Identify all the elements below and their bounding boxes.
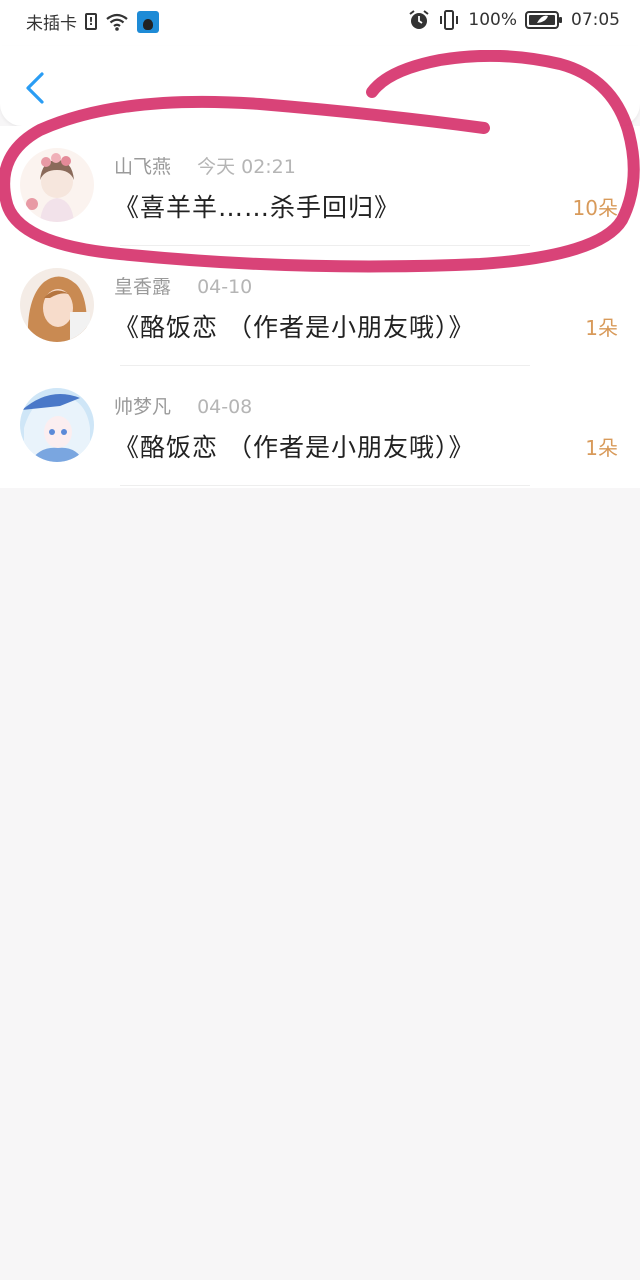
story-title: 《酪饭恋 （作者是小朋友哦）》 bbox=[114, 433, 475, 462]
battery-percent: 100% bbox=[468, 10, 517, 30]
flower-count: 1朵 bbox=[585, 316, 618, 340]
battery-icon bbox=[525, 10, 563, 30]
alarm-icon bbox=[408, 9, 430, 31]
avatar[interactable] bbox=[20, 388, 94, 462]
sender-name: 山飞燕 bbox=[114, 156, 172, 178]
list-item[interactable]: 山飞燕 今天 02:21 《喜羊羊……杀手回归》 10朵 bbox=[0, 126, 640, 246]
gift-date: 今天 02:21 bbox=[197, 156, 296, 178]
carrier-text: 未插卡 bbox=[26, 14, 77, 34]
story-title: 《酪饭恋 （作者是小朋友哦）》 bbox=[114, 313, 475, 342]
vibrate-icon bbox=[438, 9, 460, 31]
item-meta: 帅梦凡 04-08 bbox=[114, 392, 252, 419]
status-bar: 未插卡 ! 100% 07:05 bbox=[0, 0, 640, 46]
story-title: 《喜羊羊……杀手回归》 bbox=[114, 193, 401, 222]
flower-count: 1朵 bbox=[585, 436, 618, 460]
back-button[interactable] bbox=[20, 68, 50, 108]
list-item[interactable]: 帅梦凡 04-08 《酪饭恋 （作者是小朋友哦）》 1朵 bbox=[0, 366, 640, 486]
item-meta: 山飞燕 今天 02:21 bbox=[114, 152, 296, 179]
flower-gift-list: 山飞燕 今天 02:21 《喜羊羊……杀手回归》 10朵 皇香露 04-10 《… bbox=[0, 126, 640, 488]
avatar[interactable] bbox=[20, 148, 94, 222]
sender-name: 帅梦凡 bbox=[114, 396, 172, 418]
flower-count: 10朵 bbox=[572, 196, 618, 220]
divider bbox=[120, 485, 530, 486]
clock-time: 07:05 bbox=[571, 10, 620, 30]
sim-alert-icon: ! bbox=[85, 13, 97, 30]
wifi-icon bbox=[105, 12, 129, 32]
gift-date: 04-10 bbox=[197, 276, 253, 298]
item-meta: 皇香露 04-10 bbox=[114, 272, 252, 299]
header bbox=[0, 46, 640, 126]
screen: 未插卡 ! 100% 07:05 山飞燕 今天 02:21 《喜羊羊……杀手回归… bbox=[0, 0, 640, 1280]
qq-icon bbox=[137, 10, 159, 33]
avatar[interactable] bbox=[20, 268, 94, 342]
chevron-left-icon bbox=[26, 72, 44, 104]
list-item[interactable]: 皇香露 04-10 《酪饭恋 （作者是小朋友哦）》 1朵 bbox=[0, 246, 640, 366]
gift-date: 04-08 bbox=[197, 396, 253, 418]
sender-name: 皇香露 bbox=[114, 276, 172, 298]
